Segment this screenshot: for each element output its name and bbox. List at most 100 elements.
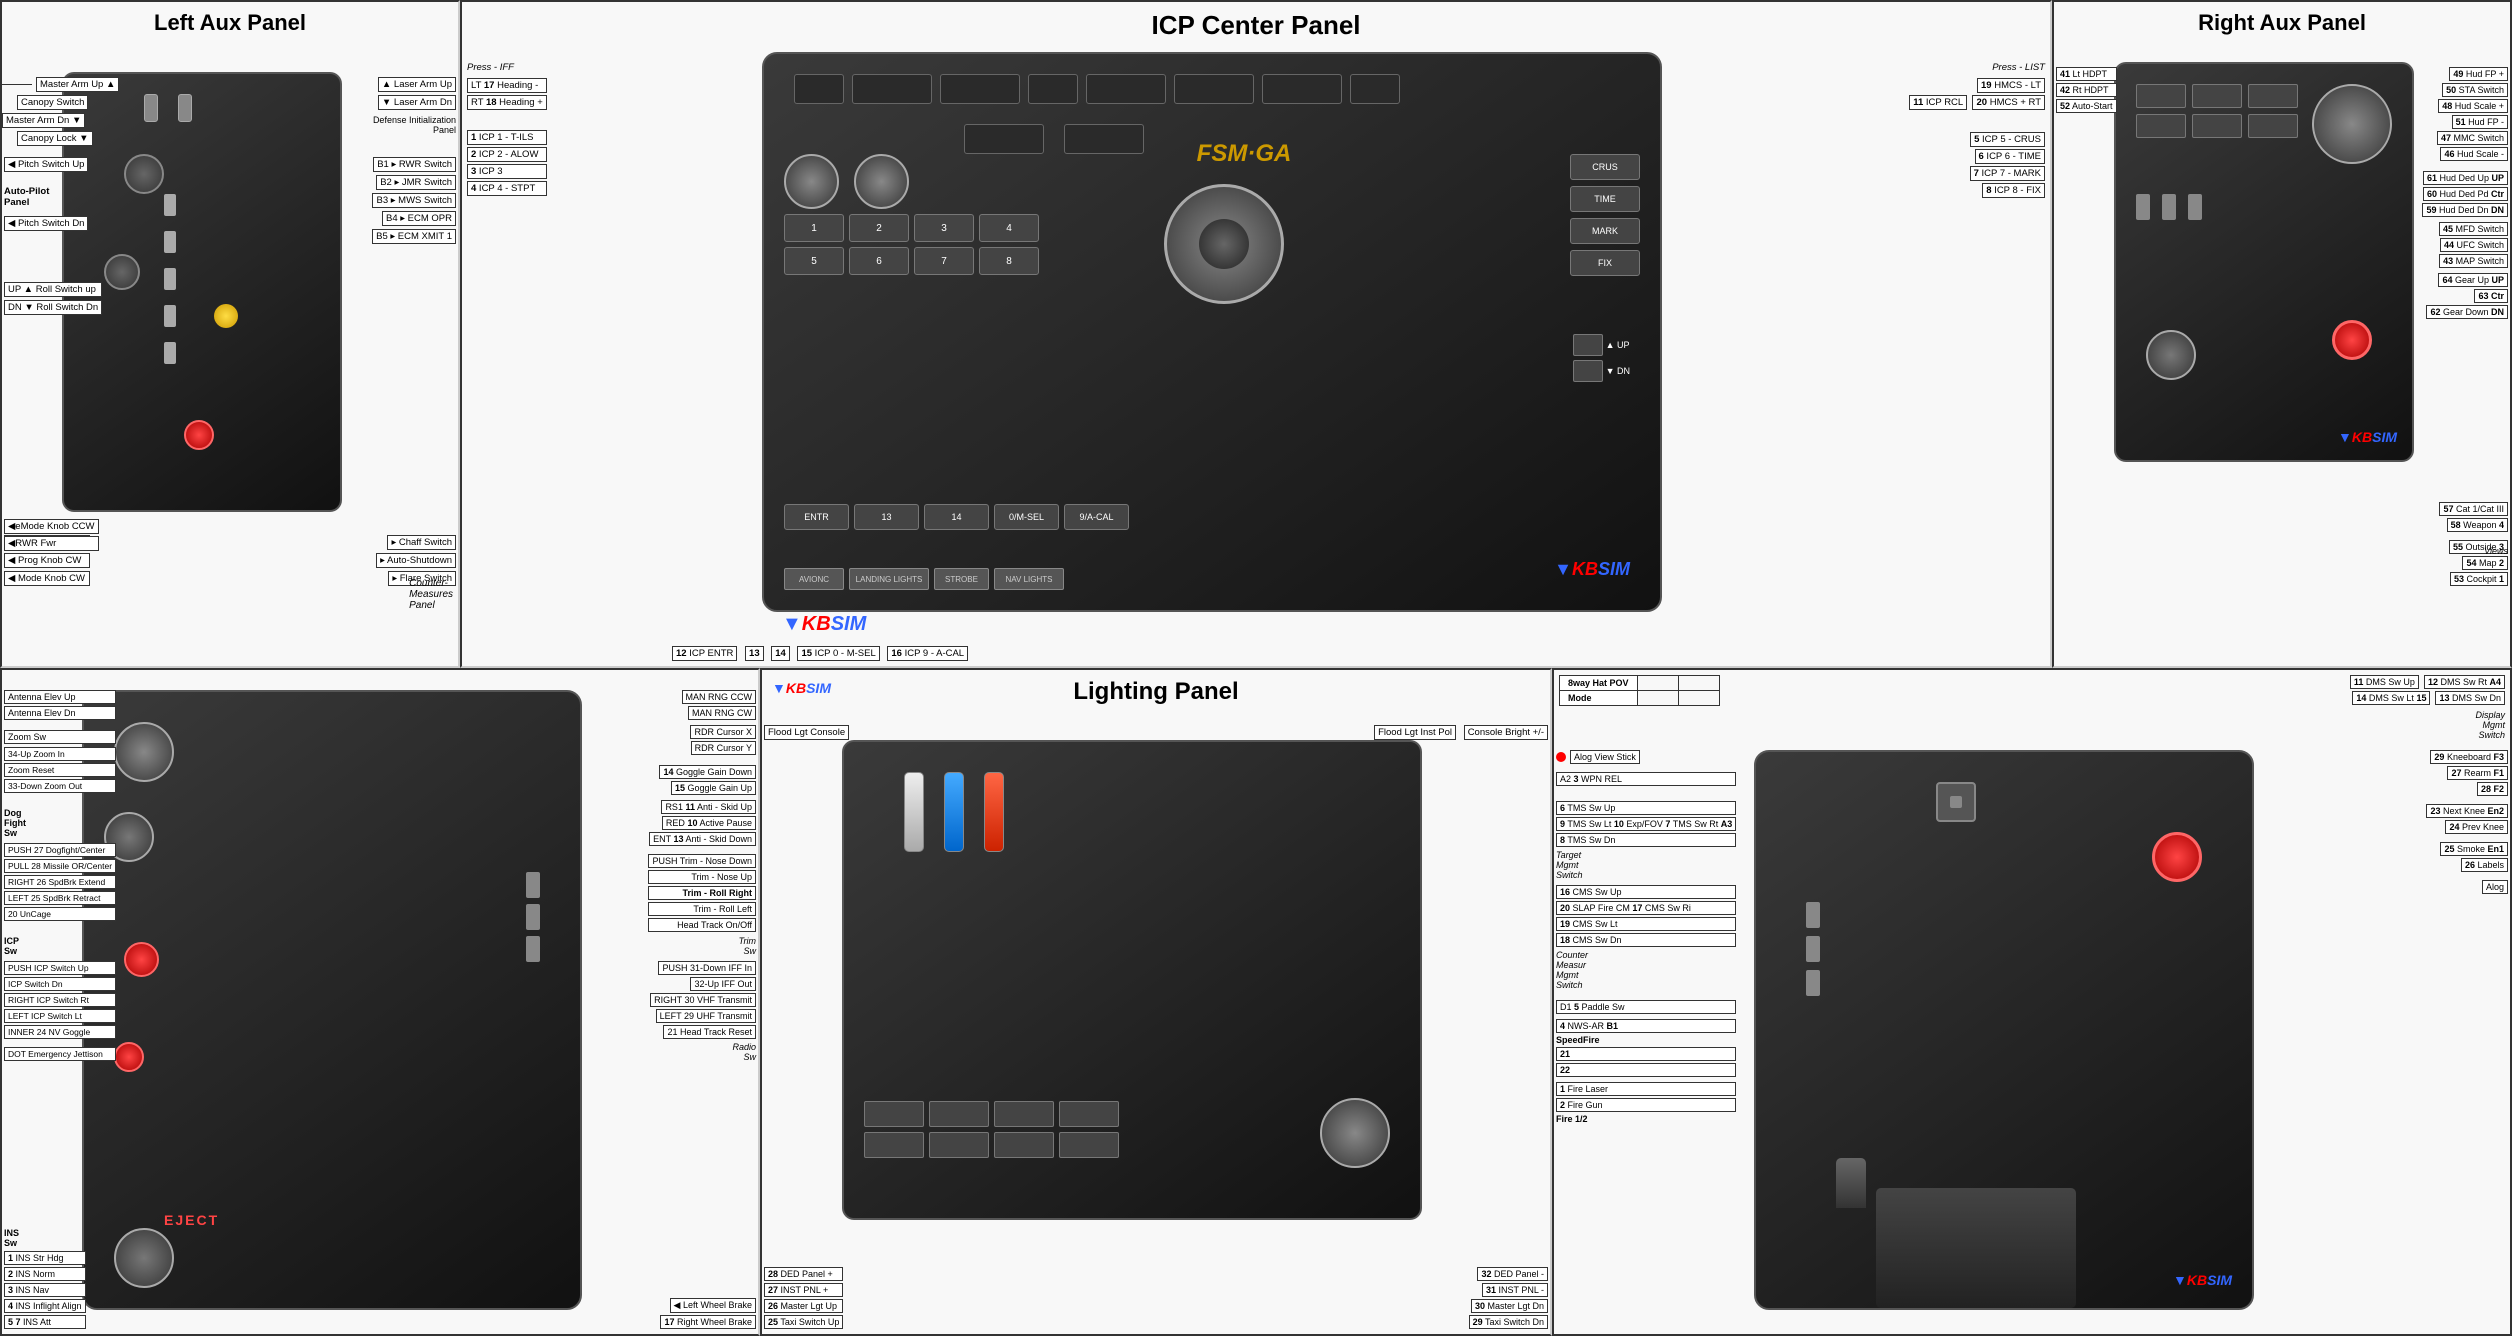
label-54: 54 Map 2 bbox=[2462, 556, 2508, 570]
label-dogfight-center: PUSH 27 Dogfight/Center bbox=[4, 843, 116, 857]
icp-btn-17[interactable] bbox=[852, 74, 932, 104]
lighting-panel: Lighting Panel ▼KBSIM bbox=[760, 668, 1552, 1336]
lighting-btn-8[interactable] bbox=[1059, 1132, 1119, 1158]
icp-inner-knob[interactable] bbox=[1199, 219, 1249, 269]
joy-sw-1[interactable] bbox=[1806, 902, 1820, 928]
joy-sw-3[interactable] bbox=[1806, 970, 1820, 996]
red-button[interactable] bbox=[184, 420, 214, 450]
toggle-3[interactable] bbox=[164, 268, 176, 290]
icp-btn-7x[interactable]: 7 bbox=[914, 247, 974, 275]
icp-btn-13[interactable]: 13 bbox=[854, 504, 919, 530]
lighting-stick-red[interactable] bbox=[984, 772, 1004, 852]
icp-btn-1[interactable]: 1 bbox=[784, 214, 844, 242]
icp-btn-lt[interactable] bbox=[794, 74, 844, 104]
icp-sw-avionc[interactable]: AVIONC bbox=[784, 568, 844, 590]
label-right-brake: 17 Right Wheel Brake bbox=[660, 1315, 756, 1329]
icp-btn-16[interactable]: 9/A-CAL bbox=[1064, 504, 1129, 530]
icp-btn-11[interactable] bbox=[1174, 74, 1254, 104]
icp-sw-strobe[interactable]: STROBE bbox=[934, 568, 989, 590]
toggle-2[interactable] bbox=[164, 231, 176, 253]
joy-red-btn[interactable] bbox=[2152, 832, 2202, 882]
icp-btn-mark[interactable]: MARK bbox=[1570, 218, 1640, 244]
icp-btn-19[interactable] bbox=[940, 74, 1020, 104]
ra-btn-2[interactable] bbox=[2192, 84, 2242, 108]
icp-btn-3[interactable]: 3 bbox=[914, 214, 974, 242]
icp-ded-dn[interactable] bbox=[1573, 360, 1603, 382]
ra-btn-4[interactable] bbox=[2136, 114, 2186, 138]
label-inst-pnl-plus: 27 INST PNL + bbox=[764, 1283, 843, 1297]
toggle-1[interactable] bbox=[164, 194, 176, 216]
label-13dms: 13 DMS Sw Dn bbox=[2435, 691, 2505, 705]
ra-toggle-1[interactable] bbox=[2136, 194, 2150, 220]
icp-sw-navlights[interactable]: NAV LIGHTS bbox=[994, 568, 1064, 590]
knob-hdg[interactable] bbox=[784, 154, 839, 209]
lighting-rotary[interactable] bbox=[1320, 1098, 1390, 1168]
icp-btn-18[interactable] bbox=[1086, 74, 1166, 104]
ra-left-labels: 41 Lt HDPT 42 Rt HDPT 52 Auto-Start bbox=[2056, 67, 2117, 113]
icp-aa-master[interactable] bbox=[964, 124, 1044, 154]
toggle-4[interactable] bbox=[164, 305, 176, 327]
icp-btn-20[interactable] bbox=[1262, 74, 1342, 104]
switch-2[interactable] bbox=[178, 94, 192, 122]
icp-btn-rt1[interactable] bbox=[1028, 74, 1078, 104]
icp-sw-landing[interactable]: LANDING LIGHTS bbox=[849, 568, 929, 590]
lighting-btn-7[interactable] bbox=[994, 1132, 1054, 1158]
label-master-lgt-dn: 30 Master Lgt Dn bbox=[1471, 1299, 1548, 1313]
toggle-5[interactable] bbox=[164, 342, 176, 364]
ra-btn-6[interactable] bbox=[2248, 114, 2298, 138]
joy-grip bbox=[1876, 1188, 2076, 1308]
icp-btn-5x[interactable]: 5 bbox=[784, 247, 844, 275]
ra-btn-5[interactable] bbox=[2192, 114, 2242, 138]
lighting-btn-4[interactable] bbox=[1059, 1101, 1119, 1127]
label-18cms: 18 CMS Sw Dn bbox=[1556, 933, 1736, 947]
icp-ded-up[interactable] bbox=[1573, 334, 1603, 356]
ra-main-knob[interactable] bbox=[2312, 84, 2392, 164]
icp-btn-6x[interactable]: 6 bbox=[849, 247, 909, 275]
throttle-toggle-1[interactable] bbox=[526, 872, 540, 898]
icp-btn-time[interactable]: TIME bbox=[1570, 186, 1640, 212]
joy-hat-center[interactable] bbox=[1950, 796, 1962, 808]
icp-btn-crus[interactable]: CRUS bbox=[1570, 154, 1640, 180]
icp-main-knob[interactable] bbox=[1164, 184, 1284, 304]
throttle-toggle-3[interactable] bbox=[526, 936, 540, 962]
icp-btn-15[interactable]: 0/M-SEL bbox=[994, 504, 1059, 530]
ra-small-knob[interactable] bbox=[2146, 330, 2196, 380]
icp-btn-fix[interactable]: FIX bbox=[1570, 250, 1640, 276]
label-fire-half: Fire 1/2 bbox=[1556, 1114, 1736, 1124]
icp-btn-entr[interactable]: ENTR bbox=[784, 504, 849, 530]
icp-ag-master[interactable] bbox=[1064, 124, 1144, 154]
ra-btn-1[interactable] bbox=[2136, 84, 2186, 108]
throttle-toggle-2[interactable] bbox=[526, 904, 540, 930]
throttle-zoom-knob[interactable] bbox=[114, 722, 174, 782]
lighting-btn-5[interactable] bbox=[864, 1132, 924, 1158]
lighting-btn-3[interactable] bbox=[994, 1101, 1054, 1127]
icp-btn-2[interactable]: 2 bbox=[849, 214, 909, 242]
joy-trigger[interactable] bbox=[1836, 1158, 1866, 1208]
lighting-stick-white[interactable] bbox=[904, 772, 924, 852]
throttle-ins-knob[interactable] bbox=[114, 1228, 174, 1288]
icp-btn-8x[interactable]: 8 bbox=[979, 247, 1039, 275]
lighting-btn-6[interactable] bbox=[929, 1132, 989, 1158]
switch-1[interactable] bbox=[144, 94, 158, 122]
knob-1[interactable] bbox=[124, 154, 164, 194]
ra-toggle-3[interactable] bbox=[2188, 194, 2202, 220]
joy-hat-sw[interactable] bbox=[1936, 782, 1976, 822]
throttle-red-1[interactable] bbox=[124, 942, 159, 977]
icp-btn-rt2[interactable] bbox=[1350, 74, 1400, 104]
joy-sw-2[interactable] bbox=[1806, 936, 1820, 962]
knob-crs[interactable] bbox=[854, 154, 909, 209]
knob-2[interactable] bbox=[104, 254, 140, 290]
label-ins-sw: INSSw bbox=[4, 1228, 86, 1248]
label-icp-13: 13 bbox=[745, 646, 764, 661]
ra-red-btn[interactable] bbox=[2332, 320, 2372, 360]
lighting-stick-blue[interactable] bbox=[944, 772, 964, 852]
icp-btn-14[interactable]: 14 bbox=[924, 504, 989, 530]
icp-btn-4[interactable]: 4 bbox=[979, 214, 1039, 242]
ra-btn-3[interactable] bbox=[2248, 84, 2298, 108]
throttle-red-2[interactable] bbox=[114, 1042, 144, 1072]
lighting-btn-2[interactable] bbox=[929, 1101, 989, 1127]
label-61: 61 Hud Ded Up UP bbox=[2423, 171, 2508, 185]
lighting-btn-1[interactable] bbox=[864, 1101, 924, 1127]
ra-toggle-2[interactable] bbox=[2162, 194, 2176, 220]
yellow-switch[interactable] bbox=[214, 304, 238, 328]
